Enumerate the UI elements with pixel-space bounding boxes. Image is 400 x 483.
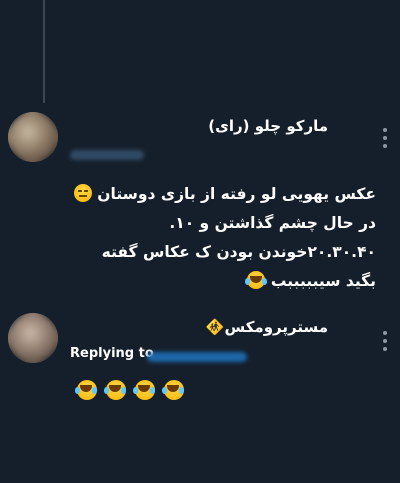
expressionless-face-icon xyxy=(73,184,92,202)
face-with-tears-of-joy-icon xyxy=(245,271,266,289)
reply-text xyxy=(75,380,184,400)
face-with-tears-of-joy-icon xyxy=(104,380,126,400)
tweet-text: عکس یهویی لو رفته از بازی دوستان در حال … xyxy=(46,180,376,296)
more-options-icon[interactable] xyxy=(382,128,388,148)
reply-author-name[interactable]: مستر‌پرومکس🚸 xyxy=(206,318,328,336)
tweet-line-2: در حال چشم گذاشتن و ۱۰. xyxy=(169,214,376,232)
replying-to-handle-blurred[interactable] xyxy=(147,352,247,362)
tweet-line-4: بگید سیبببببب xyxy=(46,267,376,296)
avatar[interactable] xyxy=(8,112,58,162)
author-name[interactable]: مارکو چلو (رای) xyxy=(208,117,328,135)
face-with-tears-of-joy-icon xyxy=(133,380,155,400)
face-with-tears-of-joy-icon xyxy=(75,380,97,400)
face-with-tears-of-joy-icon xyxy=(162,380,184,400)
more-options-icon[interactable] xyxy=(382,331,388,351)
tweet-line-1: عکس یهویی لو رفته از بازی دوستان xyxy=(46,180,376,209)
author-handle-blurred xyxy=(70,150,144,160)
avatar[interactable] xyxy=(8,313,58,363)
replying-to-label: Replying to xyxy=(70,346,154,361)
tweet-line-3: ۲۰.۳۰.۴۰خوندن بودن ک عکاس گفته xyxy=(101,243,376,261)
thread-connector-line xyxy=(43,0,45,103)
